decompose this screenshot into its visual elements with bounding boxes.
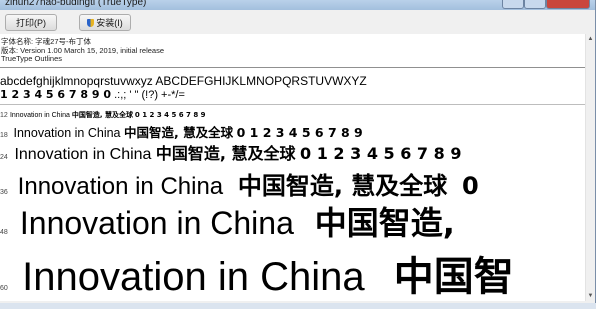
sample-cjk: 中国智造, 慧及全球 xyxy=(71,111,133,119)
alphabet-line: abcdefghijklmnopqrstuvwxyz ABCDEFGHIJKLM… xyxy=(0,74,367,88)
symbols-digits: 1 2 3 4 5 6 7 8 9 0 xyxy=(0,88,112,101)
minimize-button[interactable] xyxy=(502,0,524,9)
divider xyxy=(0,67,586,68)
sample-latin: Innovation in China xyxy=(17,173,224,200)
window-title: zihun27hao-budingti (TrueType) xyxy=(5,0,147,8)
sample-cjk: 中国智 xyxy=(393,254,514,300)
title-bar[interactable]: zihun27hao-budingti (TrueType) xyxy=(0,0,595,10)
sample-digits: 0 1 2 3 4 5 6 7 8 9 xyxy=(236,125,363,140)
divider xyxy=(0,104,586,105)
sample-line-12: 12 Innovation in China 中国智造, 慧及全球 0 1 2 … xyxy=(0,110,206,120)
scroll-up-icon[interactable]: ▲ xyxy=(587,36,594,42)
install-button[interactable]: 安装(I) xyxy=(79,14,131,31)
sample-size: 18 xyxy=(0,132,8,139)
sample-latin: Innovation in China xyxy=(22,255,365,299)
close-button[interactable] xyxy=(546,0,590,9)
install-label: 安装(I) xyxy=(96,18,123,28)
sample-size: 60 xyxy=(0,285,8,292)
sample-line-60: 60 Innovation in China 中国智 xyxy=(0,244,514,301)
maximize-button[interactable] xyxy=(524,0,546,9)
font-preview-area: 字体名称: 字魂27号-布丁体 版本: Version 1.00 March 1… xyxy=(0,34,586,301)
sample-cjk: 中国智造, 慧及全球 xyxy=(124,125,234,140)
font-viewer-window: zihun27hao-budingti (TrueType) 打印(P) 安装(… xyxy=(0,0,596,303)
sample-line-36: 36 Innovation in China 中国智造, 慧及全球 0 xyxy=(0,166,479,201)
toolbar: 打印(P) 安装(I) xyxy=(0,10,595,35)
sample-cjk: 中国智造, xyxy=(314,204,455,242)
sample-line-18: 18 Innovation in China 中国智造, 慧及全球 0 1 2 … xyxy=(0,122,363,141)
sample-line-48: 48 Innovation in China 中国智造, xyxy=(0,198,455,244)
sample-size: 12 xyxy=(0,112,8,119)
sample-digits: 0 xyxy=(461,172,479,200)
sample-latin: Innovation in China xyxy=(19,205,294,241)
taskbar-strip xyxy=(0,303,596,309)
print-label: 打印(P) xyxy=(16,18,46,28)
sample-cjk: 中国智造, 慧及全球 xyxy=(155,144,296,163)
sample-cjk: 中国智造, 慧及全球 xyxy=(237,172,448,200)
symbols-punctuation: .:,; ' " (!?) +-*/= xyxy=(114,89,185,101)
sample-latin: Innovation in China xyxy=(9,112,70,119)
sample-size: 36 xyxy=(0,189,8,196)
sample-size: 24 xyxy=(0,154,8,161)
sample-size: 48 xyxy=(0,229,8,236)
font-type: TrueType Outlines xyxy=(1,54,62,63)
sample-latin: Innovation in China xyxy=(14,146,152,163)
sample-latin: Innovation in China xyxy=(13,126,121,140)
font-info: 字体名称: 字魂27号-布丁体 版本: Version 1.00 March 1… xyxy=(0,37,164,64)
scroll-down-icon[interactable]: ▼ xyxy=(587,293,594,299)
print-button[interactable]: 打印(P) xyxy=(5,14,57,31)
sample-line-24: 24 Innovation in China 中国智造, 慧及全球 0 1 2 … xyxy=(0,140,461,164)
vertical-scrollbar[interactable]: ▲ ▼ xyxy=(585,34,595,301)
shield-icon xyxy=(87,18,95,27)
sample-digits: 0 1 2 3 4 5 6 7 8 9 xyxy=(134,111,206,119)
symbols-line: 1 2 3 4 5 6 7 8 9 0 .:,; ' " (!?) +-*/= xyxy=(0,88,185,101)
sample-digits: 0 1 2 3 4 5 6 7 8 9 xyxy=(300,144,462,163)
